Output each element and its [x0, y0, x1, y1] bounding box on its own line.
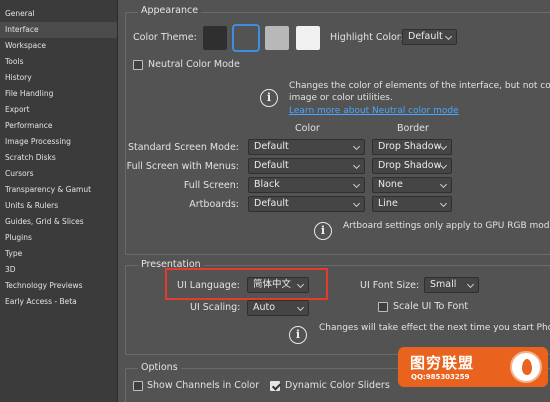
color-theme-label: Color Theme:: [133, 32, 197, 43]
chevron-down-icon: [352, 199, 361, 208]
artboards-label: Artboards:: [189, 199, 239, 210]
chevron-down-icon: [439, 180, 448, 189]
chevron-down-icon: [466, 280, 475, 289]
artboards-color-value: Default: [254, 198, 289, 209]
sidebar-item-interface[interactable]: Interface: [0, 22, 117, 38]
sidebar-item-file-handling[interactable]: File Handling: [0, 86, 117, 102]
theme-swatch-lightest[interactable]: [296, 26, 320, 50]
full-screen-menus-border-value: Drop Shadow: [378, 160, 442, 171]
watermark-badge: 图穷联盟 QQ:985303259: [398, 347, 548, 387]
options-legend: Options: [138, 362, 181, 373]
ui-font-size-value: Small: [430, 279, 457, 290]
artboards-color-dropdown[interactable]: Default: [248, 196, 365, 212]
preferences-sidebar: General Interface Workspace Tools Histor…: [0, 0, 118, 402]
appearance-group: [125, 12, 550, 255]
sidebar-item-image-processing[interactable]: Image Processing: [0, 134, 117, 150]
artboards-border-dropdown[interactable]: Line: [372, 196, 452, 212]
color-column-header: Color: [295, 123, 320, 134]
info-icon: i: [289, 326, 307, 344]
sidebar-item-transparency-gamut[interactable]: Transparency & Gamut: [0, 182, 117, 198]
dynamic-sliders-label: Dynamic Color Sliders: [285, 380, 390, 391]
sidebar-item-guides-grid-slices[interactable]: Guides, Grid & Slices: [0, 214, 117, 230]
standard-screen-border-dropdown[interactable]: Drop Shadow: [372, 139, 452, 155]
watermark-logo-icon: [510, 351, 542, 383]
scale-ui-label: Scale UI To Font: [393, 301, 469, 312]
show-channels-checkbox[interactable]: [133, 381, 143, 391]
neutral-info-line1: Changes the color of elements of the int…: [289, 81, 550, 91]
watermark-qq: QQ:985303259: [411, 373, 470, 381]
sidebar-item-early-access-beta[interactable]: Early Access - Beta: [0, 294, 117, 310]
sidebar-item-cursors[interactable]: Cursors: [0, 166, 117, 182]
sidebar-item-units-rulers[interactable]: Units & Rulers: [0, 198, 117, 214]
sidebar-item-export[interactable]: Export: [0, 102, 117, 118]
full-screen-menus-color-dropdown[interactable]: Default: [248, 158, 365, 174]
neutral-info-line2: image or color utilities.: [289, 93, 393, 103]
full-screen-border-value: None: [378, 179, 403, 190]
theme-swatch-darkest[interactable]: [203, 26, 227, 50]
sidebar-item-performance[interactable]: Performance: [0, 118, 117, 134]
chevron-down-icon: [296, 303, 305, 312]
sidebar-item-scratch-disks[interactable]: Scratch Disks: [0, 150, 117, 166]
sidebar-item-tools[interactable]: Tools: [0, 54, 117, 70]
highlight-color-value: Default: [408, 31, 443, 42]
sidebar-item-technology-previews[interactable]: Technology Previews: [0, 278, 117, 294]
chevron-down-icon: [352, 161, 361, 170]
chevron-down-icon: [352, 180, 361, 189]
standard-screen-color-dropdown[interactable]: Default: [248, 139, 365, 155]
full-screen-menus-border-dropdown[interactable]: Drop Shadow: [372, 158, 452, 174]
sidebar-item-3d[interactable]: 3D: [0, 262, 117, 278]
theme-swatch-dark[interactable]: [232, 24, 260, 52]
artboards-border-value: Line: [378, 198, 398, 209]
ui-font-size-dropdown[interactable]: Small: [424, 277, 479, 293]
artboard-note: Artboard settings only apply to GPU RGB …: [343, 221, 550, 231]
full-screen-border-dropdown[interactable]: None: [372, 177, 452, 193]
sidebar-item-history[interactable]: History: [0, 70, 117, 86]
full-screen-menus-color-value: Default: [254, 160, 289, 171]
chevron-down-icon: [352, 142, 361, 151]
sidebar-item-general[interactable]: General: [0, 6, 117, 22]
learn-more-link[interactable]: Learn more about Neutral color mode: [289, 105, 459, 117]
ui-scaling-dropdown[interactable]: Auto: [247, 300, 309, 316]
restart-note: Changes will take effect the next time y…: [319, 323, 550, 333]
watermark-title: 图穷联盟: [410, 354, 475, 372]
ui-scaling-label: UI Scaling:: [190, 302, 241, 313]
theme-swatch-light[interactable]: [265, 26, 289, 50]
chevron-down-icon: [439, 199, 448, 208]
border-column-header: Border: [397, 123, 429, 134]
highlight-color-dropdown[interactable]: Default: [402, 29, 457, 45]
standard-screen-mode-label: Standard Screen Mode:: [127, 142, 239, 153]
info-icon: i: [314, 222, 332, 240]
ui-font-size-label: UI Font Size:: [360, 280, 420, 291]
full-screen-menus-label: Full Screen with Menus:: [126, 161, 239, 172]
appearance-legend: Appearance: [138, 5, 202, 16]
ui-language-highlight: [165, 268, 328, 300]
sidebar-item-workspace[interactable]: Workspace: [0, 38, 117, 54]
ui-scaling-value: Auto: [253, 302, 276, 313]
neutral-color-mode-checkbox[interactable]: [133, 60, 143, 70]
neutral-color-mode-label: Neutral Color Mode: [148, 59, 240, 70]
chevron-down-icon: [444, 32, 453, 41]
info-icon: i: [260, 89, 278, 107]
highlight-color-label: Highlight Color:: [330, 32, 404, 43]
standard-screen-color-value: Default: [254, 141, 289, 152]
sidebar-item-plugins[interactable]: Plugins: [0, 230, 117, 246]
standard-screen-border-value: Drop Shadow: [378, 141, 442, 152]
sidebar-item-type[interactable]: Type: [0, 246, 117, 262]
full-screen-color-value: Black: [254, 179, 280, 190]
full-screen-label: Full Screen:: [183, 180, 239, 191]
show-channels-label: Show Channels in Color: [147, 380, 260, 391]
scale-ui-checkbox[interactable]: [378, 302, 388, 312]
full-screen-color-dropdown[interactable]: Black: [248, 177, 365, 193]
dynamic-sliders-checkbox[interactable]: [270, 381, 280, 391]
